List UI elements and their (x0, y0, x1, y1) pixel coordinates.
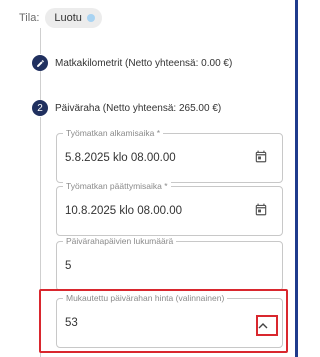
stepper-connector (40, 117, 41, 357)
calendar-icon[interactable] (254, 202, 268, 217)
stepper-up-button[interactable] (254, 317, 272, 335)
start-time-field[interactable]: Työmatkan alkamisaika * 5.8.2025 klo 08.… (56, 128, 283, 183)
per-diem-days-label: Päivärahapäivien lukumäärä (63, 236, 177, 246)
custom-per-diem-price-value[interactable]: 53 (65, 317, 78, 329)
pencil-icon (36, 59, 44, 67)
status-chip-text: Luotu (54, 12, 82, 24)
custom-per-diem-price-label: Mukautettu päivärahan hinta (valinnainen… (63, 293, 228, 303)
per-diem-days-field[interactable]: Päivärahapäivien lukumäärä 5 (56, 236, 283, 291)
chevron-up-icon (258, 323, 268, 329)
stepper-connector (40, 28, 41, 54)
status-chip: Luotu (45, 8, 102, 28)
calendar-icon[interactable] (254, 149, 268, 164)
step-1-indicator[interactable] (32, 55, 48, 71)
status-row: Tila: Luotu (19, 8, 102, 28)
step-2-indicator[interactable]: 2 (32, 100, 48, 116)
start-time-label: Työmatkan alkamisaika * (63, 128, 164, 138)
step-2-number: 2 (37, 102, 43, 114)
step-1-title[interactable]: Matkakilometrit (Netto yhteensä: 0.00 €) (55, 58, 232, 69)
window-edge (295, 0, 298, 357)
step-2-title[interactable]: Päiväraha (Netto yhteensä: 265.00 €) (55, 103, 221, 114)
end-time-label: Työmatkan päättymisaika * (63, 181, 171, 191)
status-label: Tila: (19, 12, 40, 24)
stepper-connector (40, 71, 41, 101)
per-diem-days-value[interactable]: 5 (65, 260, 71, 272)
status-dot-icon (86, 14, 95, 22)
end-time-field[interactable]: Työmatkan päättymisaika * 10.8.2025 klo … (56, 181, 283, 236)
end-time-value[interactable]: 10.8.2025 klo 08.00.00 (65, 205, 182, 217)
custom-per-diem-price-field[interactable]: Mukautettu päivärahan hinta (valinnainen… (56, 293, 283, 348)
start-time-value[interactable]: 5.8.2025 klo 08.00.00 (65, 152, 176, 164)
